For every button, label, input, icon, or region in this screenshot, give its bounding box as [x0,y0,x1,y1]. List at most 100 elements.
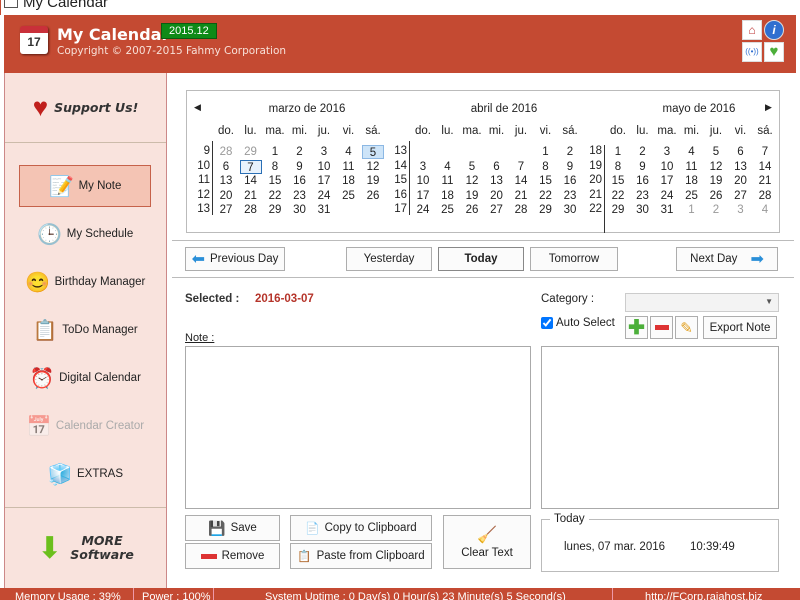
calendar-day[interactable]: 3 [412,160,434,174]
calendar-day[interactable]: 19 [705,174,727,188]
info-icon[interactable]: i [764,20,784,40]
sidebar-item-extras[interactable]: 🧊 EXTRAS [19,453,151,495]
calendar-day[interactable]: 22 [607,189,629,203]
calendar-day[interactable]: 9 [289,160,311,174]
auto-select-checkbox[interactable]: Auto Select [541,317,615,329]
remove-button[interactable]: Remove [185,543,280,569]
calendar-day[interactable]: 17 [412,189,434,203]
calendar-day[interactable]: 15 [607,174,629,188]
calendar-day[interactable]: 25 [681,189,703,203]
calendar-day[interactable]: 30 [632,203,654,217]
calendar-day[interactable]: 20 [730,174,752,188]
calendar-day[interactable]: 27 [486,203,508,217]
calendar-day[interactable]: 31 [313,203,335,217]
website-link[interactable]: http://FCorp.rajahost.biz [645,591,762,600]
yesterday-button[interactable]: Yesterday [346,247,432,271]
calendar-day[interactable]: 11 [437,174,459,188]
calendar-day[interactable]: 12 [362,160,384,174]
calendar-day[interactable]: 15 [264,174,286,188]
calendar-day[interactable]: 17 [313,174,335,188]
sidebar-item-my-schedule[interactable]: 🕒 My Schedule [19,213,151,255]
calendar-day[interactable]: 19 [461,189,483,203]
previous-day-button[interactable]: ⬅ Previous Day [185,247,285,271]
calendar-day[interactable]: 22 [535,189,557,203]
today-day[interactable]: 5 [362,145,384,159]
calendar-day[interactable]: 5 [461,160,483,174]
calendar-day[interactable]: 28 [215,145,237,159]
calendar-day[interactable]: 24 [656,189,678,203]
calendar-day[interactable]: 2 [289,145,311,159]
calendar-day[interactable]: 10 [412,174,434,188]
calendar-day[interactable]: 6 [730,145,752,159]
calendar-day[interactable]: 3 [730,203,752,217]
calendar-day[interactable]: 13 [730,160,752,174]
calendar-day[interactable]: 20 [486,189,508,203]
calendar-day[interactable]: 2 [559,145,581,159]
sidebar-item-birthday-manager[interactable]: 😊 Birthday Manager [19,261,151,303]
heart-plus-icon[interactable]: ♥ [764,42,784,62]
calendar-day[interactable]: 13 [215,174,237,188]
calendar-day[interactable]: 16 [289,174,311,188]
calendar-day[interactable]: 6 [486,160,508,174]
calendar-day[interactable]: 8 [607,160,629,174]
calendar-day[interactable]: 4 [681,145,703,159]
calendar-day[interactable]: 31 [656,203,678,217]
calendar-day[interactable]: 30 [289,203,311,217]
calendar-day[interactable]: 29 [607,203,629,217]
sidebar-item-digital-calendar[interactable]: ⏰ Digital Calendar [19,357,151,399]
calendar-day[interactable]: 15 [535,174,557,188]
calendar-day[interactable]: 7 [754,145,776,159]
more-software-button[interactable]: ⬇ MORE Software [5,507,166,588]
calendar-day[interactable]: 17 [656,174,678,188]
calendar-day[interactable]: 3 [313,145,335,159]
calendar-day[interactable]: 5 [705,145,727,159]
home-icon[interactable]: ⌂ [742,20,762,40]
sidebar-item-todo-manager[interactable]: 📋 ToDo Manager [19,309,151,351]
calendar-day[interactable]: 13 [486,174,508,188]
calendar-day[interactable]: 25 [338,189,360,203]
calendar-day[interactable]: 14 [240,174,262,188]
calendar-day[interactable]: 18 [338,174,360,188]
calendar-day[interactable]: 6 [215,160,237,174]
calendar-day[interactable]: 23 [289,189,311,203]
calendar-day[interactable]: 26 [362,189,384,203]
calendar-day[interactable]: 24 [313,189,335,203]
calendar-day[interactable]: 11 [338,160,360,174]
calendar-day[interactable]: 2 [632,145,654,159]
calendar-day[interactable]: 9 [632,160,654,174]
remove-category-button[interactable] [650,316,673,339]
calendar-day[interactable]: 8 [535,160,557,174]
calendar-day[interactable]: 27 [730,189,752,203]
calendar-day[interactable]: 27 [215,203,237,217]
calendar-day[interactable]: 24 [412,203,434,217]
sidebar-item-calendar-creator[interactable]: 📅 Calendar Creator [19,405,151,447]
calendar-day[interactable]: 1 [607,145,629,159]
calendar-day[interactable]: 20 [215,189,237,203]
category-dropdown[interactable]: ▼ [625,293,779,312]
export-note-button[interactable]: Export Note [703,316,777,339]
calendar-day[interactable]: 21 [754,174,776,188]
calendar-day[interactable]: 10 [656,160,678,174]
calendar-day[interactable]: 1 [264,145,286,159]
calendar-day[interactable]: 19 [362,174,384,188]
calendar-day[interactable]: 23 [632,189,654,203]
calendar-day[interactable]: 1 [681,203,703,217]
calendar-day[interactable]: 23 [559,189,581,203]
calendar-day[interactable]: 10 [313,160,335,174]
calendar-day[interactable]: 7 [510,160,532,174]
auto-select-check[interactable] [541,317,553,329]
calendar-day[interactable]: 28 [754,189,776,203]
calendar-day[interactable]: 22 [264,189,286,203]
calendar-day[interactable]: 29 [264,203,286,217]
calendar-day[interactable]: 16 [632,174,654,188]
calendar-day[interactable]: 1 [535,145,557,159]
calendar-day[interactable]: 26 [461,203,483,217]
calendar-day[interactable]: 11 [681,160,703,174]
today-button[interactable]: Today [438,247,524,271]
broadcast-icon[interactable]: ((•)) [742,42,762,62]
calendar-day[interactable]: 9 [559,160,581,174]
edit-category-button[interactable]: ✎ [675,316,698,339]
paste-from-clipboard-button[interactable]: 📋 Paste from Clipboard [290,543,432,569]
note-textarea[interactable] [185,346,531,509]
calendar-day[interactable]: 21 [240,189,262,203]
